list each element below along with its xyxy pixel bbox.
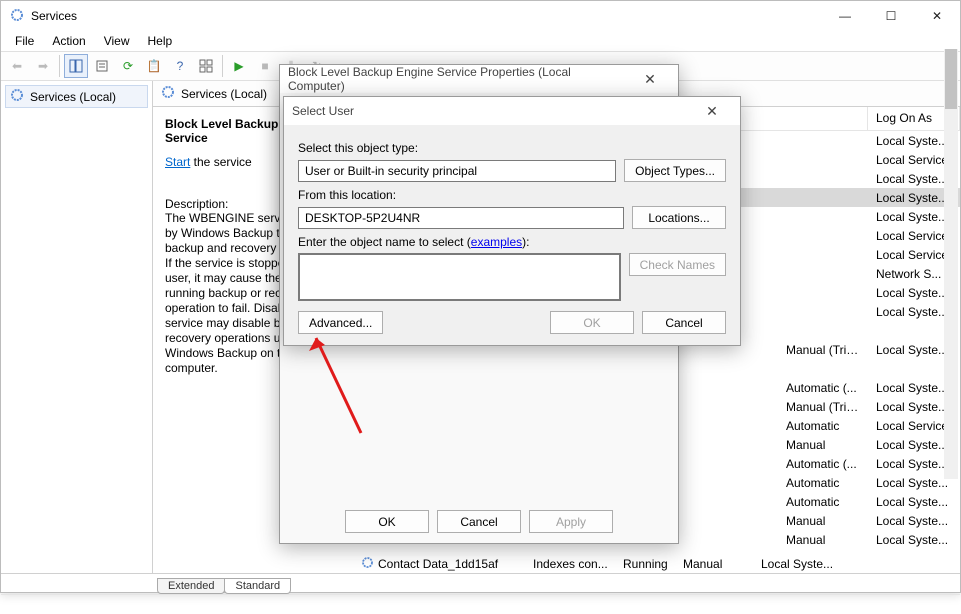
export-button[interactable]: 📋 (142, 54, 166, 78)
cell-logon: Local Syste... (868, 514, 960, 528)
cell-startup: Manual (Trig... (778, 400, 868, 414)
main-window: Services — ☐ ✕ File Action View Help ⬅ ➡… (0, 0, 961, 593)
menubar: File Action View Help (1, 31, 960, 51)
object-name-input[interactable] (298, 253, 621, 301)
vertical-scrollbar[interactable] (944, 49, 958, 479)
examples-link[interactable]: examples (471, 235, 522, 249)
nav-item-label: Services (Local) (30, 90, 116, 104)
titlebar: Services — ☐ ✕ (1, 1, 960, 31)
cell-startup: Manual (778, 514, 868, 528)
select-user-dialog: Select User ✕ Select this object type: O… (283, 96, 741, 346)
select-cancel-button[interactable]: Cancel (642, 311, 726, 334)
select-user-close-button[interactable]: ✕ (692, 103, 732, 120)
props-ok-button[interactable]: OK (345, 510, 429, 533)
statusbar (1, 594, 960, 614)
stop-service-button[interactable]: ■ (253, 54, 277, 78)
properties-dialog-title: Block Level Backup Engine Service Proper… (280, 65, 678, 93)
properties-footer: OK Cancel Apply (280, 510, 678, 533)
view-tabs: Extended Standard (1, 574, 960, 594)
window-controls: — ☐ ✕ (822, 1, 960, 31)
cell-name: Contact Data_1dd15af (378, 557, 498, 571)
cell-startup: Automatic (... (778, 457, 868, 471)
cell-logon: Local Syste... (868, 533, 960, 547)
enter-name-row: Check Names (298, 253, 726, 301)
select-user-body: Select this object type: Object Types...… (284, 125, 740, 344)
properties-close-button[interactable]: ✕ (630, 71, 670, 88)
enter-name-prefix: Enter the object name to select ( (298, 235, 471, 249)
start-service-button[interactable]: ▶ (227, 54, 251, 78)
select-user-title: Select User ✕ (284, 97, 740, 125)
select-ok-button[interactable]: OK (550, 311, 634, 334)
select-user-title-text: Select User (292, 104, 354, 118)
properties-toolbar-button[interactable] (90, 54, 114, 78)
tab-standard[interactable]: Standard (224, 578, 291, 594)
cell-startup: Automatic (778, 419, 868, 433)
separator (222, 55, 223, 77)
advanced-button[interactable]: Advanced... (298, 311, 383, 334)
maximize-button[interactable]: ☐ (868, 1, 914, 31)
nav-tree: Services (Local) (1, 81, 153, 573)
check-names-button[interactable]: Check Names (629, 253, 726, 276)
content-header-label: Services (Local) (181, 87, 267, 101)
location-label: From this location: (298, 188, 726, 202)
window-title: Services (31, 9, 77, 23)
location-row: Locations... (298, 206, 726, 229)
cell-logon: Local Syste... (868, 495, 960, 509)
menu-action[interactable]: Action (44, 32, 93, 50)
start-suffix: the service (190, 155, 251, 169)
properties-title-text: Block Level Backup Engine Service Proper… (288, 65, 630, 93)
object-type-field[interactable] (298, 160, 616, 182)
object-type-row: Object Types... (298, 159, 726, 182)
tab-extended[interactable]: Extended (157, 578, 225, 594)
location-field[interactable] (298, 207, 624, 229)
enter-name-suffix: ): (522, 235, 529, 249)
refresh-button[interactable]: ⟳ (116, 54, 140, 78)
cell-startup: Automatic (778, 495, 868, 509)
menu-view[interactable]: View (96, 32, 138, 50)
locations-button[interactable]: Locations... (632, 206, 726, 229)
cell-startup: Automatic (778, 476, 868, 490)
large-icons-button[interactable] (194, 54, 218, 78)
close-button[interactable]: ✕ (914, 1, 960, 31)
object-types-button[interactable]: Object Types... (624, 159, 726, 182)
app-icon (9, 7, 25, 26)
spacer (391, 311, 542, 334)
object-type-label: Select this object type: (298, 141, 726, 155)
gear-icon (361, 556, 374, 572)
menu-help[interactable]: Help (140, 32, 181, 50)
menu-file[interactable]: File (7, 32, 42, 50)
separator (59, 55, 60, 77)
cell-startup: Automatic (... (778, 381, 868, 395)
list-row-bottom[interactable]: Contact Data_1dd15af Indexes con... Runn… (353, 554, 960, 573)
cell-startup: Manual (778, 438, 868, 452)
services-icon (10, 88, 24, 105)
forward-button[interactable]: ➡ (31, 54, 55, 78)
cell-status: Running (623, 557, 683, 571)
help-toolbar-button[interactable]: ? (168, 54, 192, 78)
cell-startup: Manual (778, 533, 868, 547)
cell-logon: Local Syste... (753, 557, 843, 571)
props-cancel-button[interactable]: Cancel (437, 510, 521, 533)
enter-name-label: Enter the object name to select (example… (298, 235, 726, 249)
services-icon (161, 85, 175, 102)
back-button[interactable]: ⬅ (5, 54, 29, 78)
cell-startup: Manual (683, 557, 753, 571)
cell-startup: Manual (Trig... (778, 343, 868, 357)
select-user-footer: Advanced... OK Cancel (298, 311, 726, 334)
scrollbar-thumb[interactable] (945, 49, 957, 109)
show-hide-tree-button[interactable] (64, 54, 88, 78)
cell-desc: Indexes con... (533, 557, 623, 571)
nav-services-local[interactable]: Services (Local) (5, 85, 148, 108)
minimize-button[interactable]: — (822, 1, 868, 31)
props-apply-button[interactable]: Apply (529, 510, 613, 533)
start-link[interactable]: Start (165, 155, 190, 169)
